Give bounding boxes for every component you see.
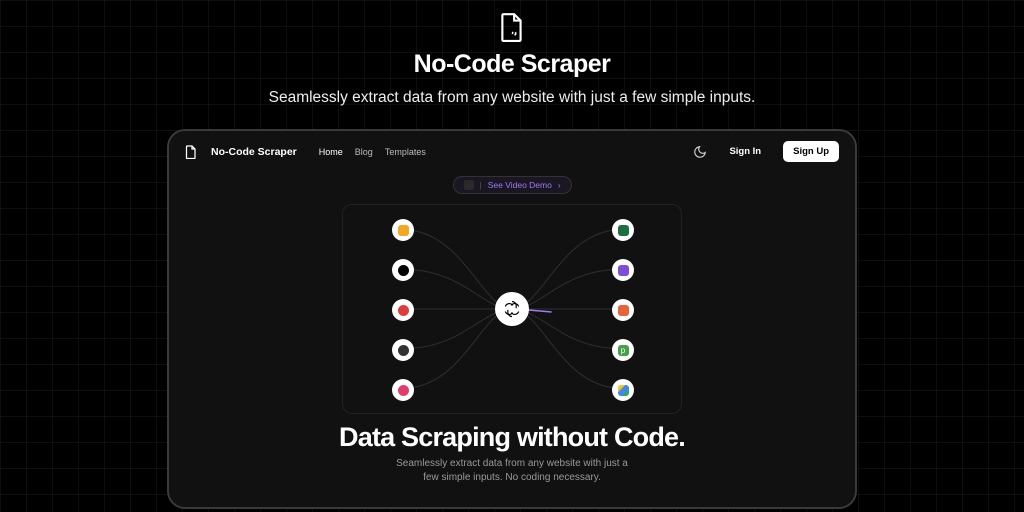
dest-node-notion <box>612 259 634 281</box>
hero-title: Data Scraping without Code. <box>339 422 685 453</box>
openai-icon <box>502 299 522 319</box>
nav-link-templates[interactable]: Templates <box>385 147 426 157</box>
chevron-right-icon: › <box>558 181 561 190</box>
file-logo-icon <box>499 12 525 42</box>
source-node-producthunt <box>392 299 414 321</box>
nav-brand: No-Code Scraper <box>211 146 297 158</box>
integration-diagram: p <box>342 204 682 414</box>
video-demo-button[interactable]: | See Video Demo › <box>453 176 572 194</box>
source-node-wordpress <box>392 339 414 361</box>
app-navbar: No-Code Scraper Home Blog Templates Sign… <box>169 131 855 172</box>
dest-node-drive <box>612 379 634 401</box>
dest-node-excel <box>612 219 634 241</box>
nav-link-home[interactable]: Home <box>319 147 343 157</box>
pill-separator: | <box>480 180 482 190</box>
hero-subtitle: Seamlessly extract data from any website… <box>396 457 628 485</box>
signup-button[interactable]: Sign Up <box>783 141 839 162</box>
nav-logo-icon <box>185 145 197 159</box>
nav-link-blog[interactable]: Blog <box>355 147 373 157</box>
video-icon <box>464 180 474 190</box>
dest-node-parabola: p <box>612 339 634 361</box>
theme-toggle-icon[interactable] <box>693 145 707 159</box>
source-node-etsy <box>392 219 414 241</box>
source-node-medium <box>392 259 414 281</box>
pill-text: See Video Demo <box>488 180 552 190</box>
device-mockup: No-Code Scraper Home Blog Templates Sign… <box>167 129 857 509</box>
center-node-openai <box>495 292 529 326</box>
source-node-knack <box>392 379 414 401</box>
dest-node-sheets <box>612 299 634 321</box>
page-title: No-Code Scraper <box>414 50 611 79</box>
signin-button[interactable]: Sign In <box>721 141 769 162</box>
page-subtitle: Seamlessly extract data from any website… <box>269 89 756 107</box>
